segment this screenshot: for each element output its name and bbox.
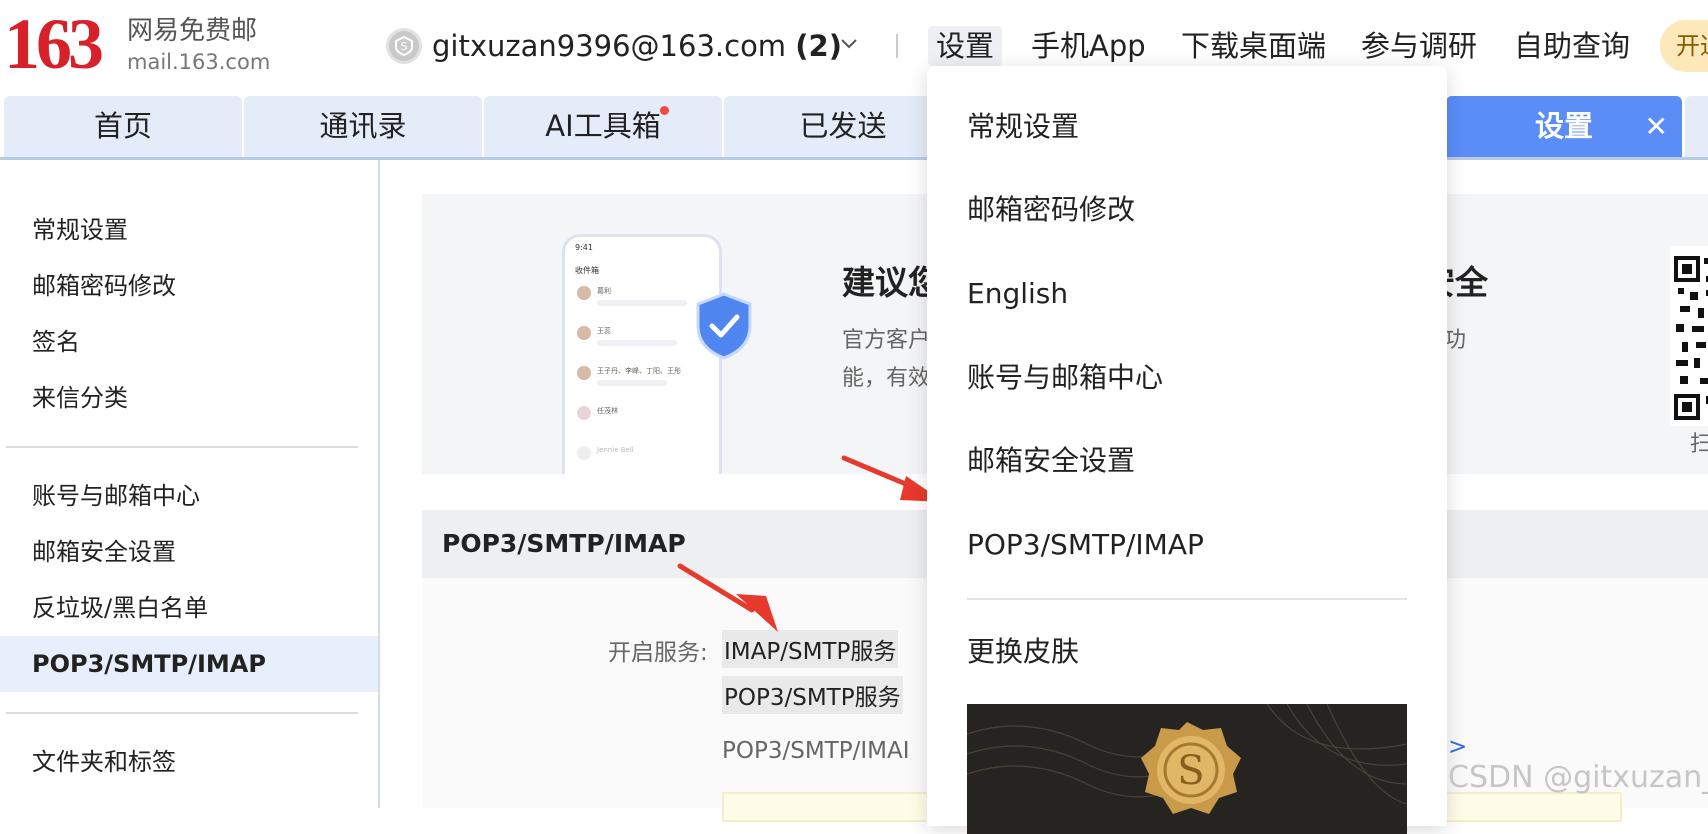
gold-medal-icon: S (967, 704, 1407, 814)
logo-163[interactable]: 163 (4, 4, 104, 84)
phone-row-name: 葛利 (597, 287, 611, 295)
shield-check-icon (696, 292, 752, 360)
more-link[interactable]: > (1448, 734, 1467, 760)
promo-description: 官方客户 能，有效 (842, 322, 930, 398)
promo-desc-line: 能，有效 (842, 366, 931, 391)
tab-bar: 首页 通讯录 AI工具箱 已发送 设置 ✕ (0, 92, 1708, 160)
logo-domain: mail.163.com (127, 50, 271, 74)
sidebar-item-filters[interactable]: 来信分类 (0, 370, 378, 426)
dropdown-item-pop3[interactable]: POP3/SMTP/IMAP (967, 525, 1204, 565)
service-note: POP3/SMTP/IMAI (722, 738, 910, 764)
sidebar-item-general[interactable]: 常规设置 (0, 202, 378, 258)
phone-folder: 收件箱 (575, 266, 599, 275)
skin-promo-banner[interactable]: S (967, 704, 1407, 834)
dropdown-item-password[interactable]: 邮箱密码修改 (967, 190, 1135, 230)
chevron-down-icon[interactable] (840, 38, 858, 50)
account-avatar-icon[interactable]: S (386, 28, 422, 64)
top-nav-self-service[interactable]: 自助查询 (1514, 26, 1630, 66)
top-nav-survey[interactable]: 参与调研 (1361, 26, 1477, 66)
tab-label: 首页 (93, 109, 152, 143)
promo-desc-line: 官方客户 (842, 328, 931, 353)
dropdown-divider (967, 598, 1407, 600)
sidebar-item-password[interactable]: 邮箱密码修改 (0, 258, 378, 314)
sidebar-item-signature[interactable]: 签名 (0, 314, 378, 370)
header-divider (896, 34, 898, 58)
phone-row-name: Jennie Bell (597, 446, 634, 454)
sidebar-item-account-center[interactable]: 账号与邮箱中心 (0, 468, 378, 524)
csdn-watermark: CSDN @gitxuzan_ (1448, 760, 1708, 795)
svg-text:S: S (1177, 748, 1204, 794)
top-nav-settings[interactable]: 设置 (928, 26, 1003, 66)
sidebar-item-folders[interactable]: 文件夹和标签 (0, 734, 378, 790)
sidebar-divider (6, 446, 358, 448)
top-header: 163 网易免费邮 mail.163.com S gitxuzan9396@16… (0, 0, 1708, 92)
phone-row: 任茂林 (565, 398, 719, 438)
open-vip-button[interactable]: 开通 (1660, 20, 1708, 72)
tab-home[interactable]: 首页 (4, 96, 242, 157)
phone-row: Jennie Bell (565, 438, 719, 474)
dropdown-item-security[interactable]: 邮箱安全设置 (967, 441, 1135, 481)
annotation-arrow-icon (677, 563, 778, 632)
sidebar-item-antispam[interactable]: 反垃圾/黑白名单 (0, 580, 378, 636)
qr-caption: 扫 (1690, 432, 1708, 457)
tab-label: AI工具箱 (545, 109, 661, 143)
pop3-smtp-service: POP3/SMTP服务 (722, 676, 903, 714)
tab-more-button[interactable] (1685, 96, 1708, 157)
section-title: POP3/SMTP/IMAP (442, 529, 686, 558)
top-nav-download-desktop[interactable]: 下载桌面端 (1181, 26, 1326, 66)
top-nav-mobile-app[interactable]: 手机App (1031, 26, 1146, 66)
account-menu[interactable]: gitxuzan9396@163.com (2) (432, 26, 842, 66)
dropdown-item-skin[interactable]: 更换皮肤 (967, 632, 1079, 672)
tab-label: 设置 (1534, 109, 1593, 143)
tab-ai-toolbox[interactable]: AI工具箱 (484, 96, 722, 157)
phone-row: 王子丹、李峰、丁阳、王彤 (565, 358, 719, 398)
tab-contacts[interactable]: 通讯录 (244, 96, 482, 157)
phone-row-name: 王子丹、李峰、丁阳、王彤 (597, 367, 681, 375)
account-email: gitxuzan9396@163.com (432, 29, 787, 63)
logo-text: 网易免费邮 (127, 16, 258, 46)
enable-service-label: 开启服务: (608, 640, 708, 666)
dropdown-item-english[interactable]: English (967, 274, 1068, 314)
dropdown-item-account-center[interactable]: 账号与邮箱中心 (967, 358, 1163, 398)
phone-row-name: 王蕊 (597, 327, 611, 335)
account-count: (2) (795, 29, 842, 63)
close-icon[interactable]: ✕ (1645, 96, 1668, 157)
tab-settings[interactable]: 设置 ✕ (1446, 96, 1682, 157)
qr-code-icon[interactable] (1670, 246, 1708, 426)
tab-label: 已发送 (799, 109, 887, 143)
settings-dropdown-menu: 常规设置 邮箱密码修改 English 账号与邮箱中心 邮箱安全设置 POP3/… (927, 66, 1447, 834)
sidebar-divider (6, 712, 358, 714)
tab-label: 通讯录 (319, 109, 407, 143)
settings-sidebar: 常规设置 邮箱密码修改 签名 来信分类 账号与邮箱中心 邮箱安全设置 反垃圾/黑… (0, 160, 380, 808)
dropdown-item-general[interactable]: 常规设置 (967, 107, 1079, 147)
phone-row-name: 任茂林 (597, 407, 618, 415)
sidebar-item-pop3[interactable]: POP3/SMTP/IMAP (0, 636, 378, 692)
notification-dot (660, 106, 669, 115)
svg-text:S: S (401, 40, 408, 53)
phone-time: 9:41 (575, 243, 593, 252)
sidebar-item-security[interactable]: 邮箱安全设置 (0, 524, 378, 580)
